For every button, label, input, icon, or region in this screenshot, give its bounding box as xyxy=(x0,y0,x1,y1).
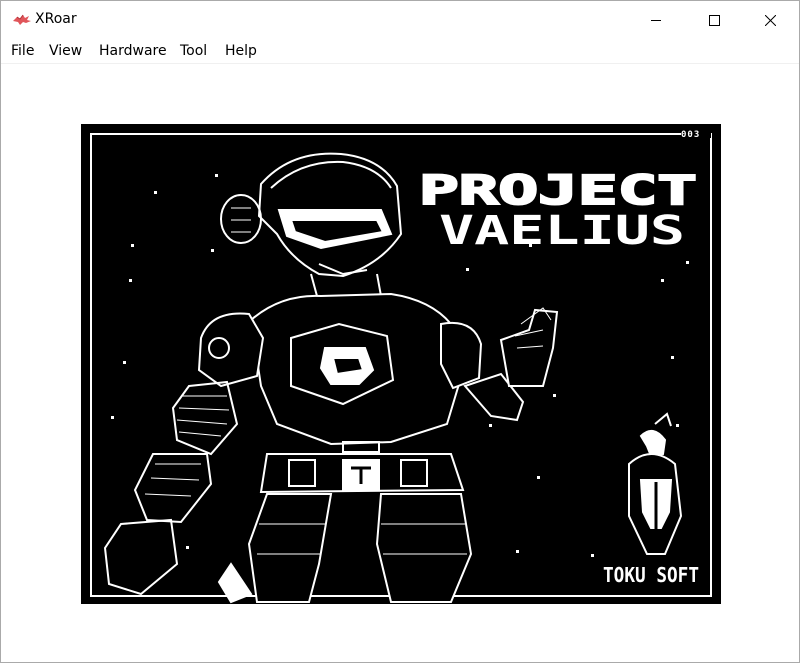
publisher-name: TOKU SOFT xyxy=(603,563,699,587)
close-icon xyxy=(764,14,776,26)
maximize-button[interactable] xyxy=(685,1,743,39)
menu-file[interactable]: File xyxy=(11,43,34,59)
title-bar[interactable]: XRoar xyxy=(1,1,799,39)
close-button[interactable] xyxy=(741,1,799,39)
emulator-screen[interactable]: 003 PROJECT VAELIUS TOKU SOFT xyxy=(81,124,721,604)
spartan-helmet-logo xyxy=(628,412,683,555)
emulator-client-area: 003 PROJECT VAELIUS TOKU SOFT xyxy=(1,64,799,662)
xroar-dragon-icon xyxy=(13,14,31,25)
title-screen-art: 003 PROJECT VAELIUS TOKU SOFT xyxy=(90,128,712,604)
menu-bar: File View Hardware Tool Help xyxy=(1,39,799,64)
xroar-window: XRoar File View Hardware Tool Help 003 P… xyxy=(0,0,800,663)
menu-tool[interactable]: Tool xyxy=(180,43,207,59)
minimize-button[interactable] xyxy=(627,1,685,39)
maximize-icon xyxy=(708,14,720,26)
window-title: XRoar xyxy=(35,11,77,27)
menu-help[interactable]: Help xyxy=(225,43,257,59)
menu-hardware[interactable]: Hardware xyxy=(99,43,167,59)
title-line-2: VAELIUS xyxy=(439,208,685,254)
minimize-icon xyxy=(651,20,661,21)
game-title-logo: PROJECT VAELIUS xyxy=(418,167,698,254)
menu-view[interactable]: View xyxy=(49,43,82,59)
screen-counter: 003 xyxy=(681,130,700,140)
